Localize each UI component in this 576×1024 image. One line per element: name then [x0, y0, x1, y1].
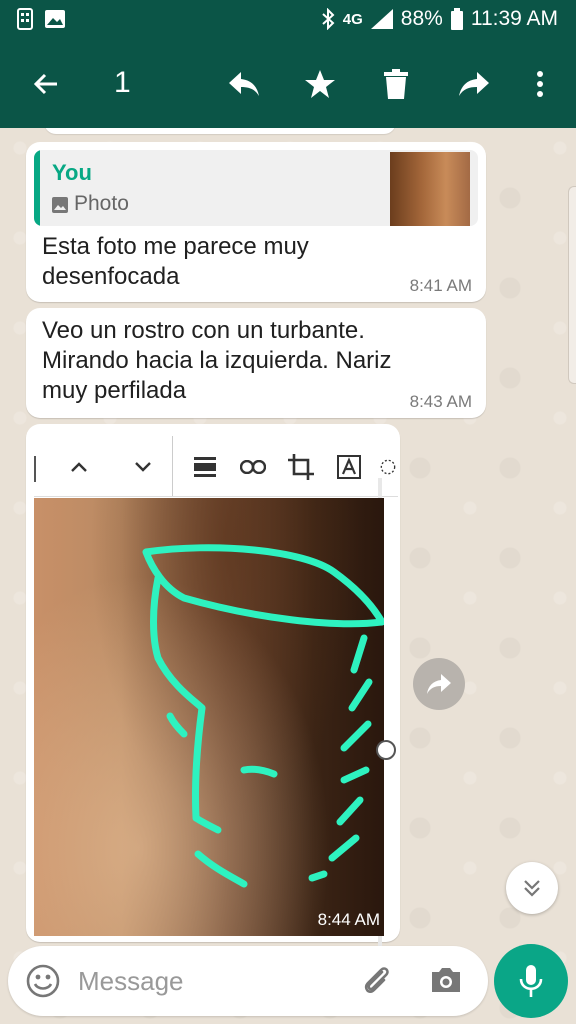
- text-format-icon: [334, 452, 364, 482]
- selected-count: 1: [114, 66, 131, 99]
- link-icon: [238, 452, 268, 482]
- star-icon: [305, 70, 335, 98]
- quoted-reply[interactable]: You Photo: [34, 150, 478, 226]
- chevron-up-icon: [64, 452, 94, 482]
- emoji-icon[interactable]: [26, 964, 60, 998]
- back-button[interactable]: [24, 62, 68, 106]
- microphone-icon: [519, 965, 543, 997]
- message-input-placeholder[interactable]: Message: [78, 966, 184, 997]
- forward-icon: [459, 72, 489, 96]
- crop-icon: [286, 452, 316, 482]
- bluetooth-icon: [322, 8, 335, 30]
- more-options-button[interactable]: [518, 62, 562, 106]
- battery-icon: [450, 8, 463, 30]
- voice-message-button[interactable]: [494, 944, 568, 1018]
- message-composer[interactable]: Message: [8, 946, 488, 1016]
- more-vert-icon: [537, 71, 543, 97]
- double-chevron-down-icon: [524, 880, 540, 897]
- star-button[interactable]: [298, 62, 342, 106]
- face-sketch-drawing: [142, 544, 384, 888]
- resize-handle: [376, 740, 396, 760]
- battery-percent: 88%: [400, 7, 443, 30]
- selection-toolbar: 1: [0, 40, 576, 128]
- clock: 11:39 AM: [470, 7, 558, 30]
- side-drawer-handle[interactable]: [568, 186, 576, 384]
- message-text: Esta foto me parece muy desenfocada: [42, 233, 309, 290]
- quote-author: You: [52, 160, 92, 185]
- scroll-to-bottom-button[interactable]: [506, 862, 558, 914]
- more-tools-icon: [380, 452, 396, 482]
- align-icon: [190, 452, 220, 482]
- photo-icon: [52, 197, 68, 213]
- image-message-bubble[interactable]: 8:44 AM: [26, 424, 400, 948]
- photo-image[interactable]: 8:44 AM: [34, 498, 384, 936]
- forward-media-button[interactable]: [413, 658, 465, 710]
- toolbar-divider: [172, 436, 173, 496]
- quote-thumbnail: [390, 152, 470, 226]
- editor-toolbar-screenshot: [34, 436, 398, 497]
- message-bubble[interactable]: Veo un rostro con un turbante. Mirando h…: [26, 308, 486, 418]
- attach-icon[interactable]: [360, 964, 394, 998]
- trash-icon: [384, 69, 408, 99]
- status-bar: 4G 88% 11:39 AM: [0, 0, 576, 40]
- back-arrow-icon: [33, 73, 57, 95]
- share-arrow-icon: [427, 674, 451, 694]
- camera-icon[interactable]: [430, 966, 462, 994]
- network-type: 4G: [342, 10, 363, 28]
- quote-type: Photo: [74, 192, 129, 215]
- toolbar-divider: [34, 456, 36, 482]
- sim-card-icon: [17, 8, 33, 30]
- delete-button[interactable]: [374, 62, 418, 106]
- forward-button[interactable]: [452, 62, 496, 106]
- message-time: 8:43 AM: [409, 392, 472, 411]
- gallery-icon: [45, 10, 65, 28]
- message-time: 8:41 AM: [409, 276, 472, 295]
- chevron-down-icon: [128, 452, 158, 482]
- message-text: Veo un rostro con un turbante. Mirando h…: [42, 317, 392, 404]
- quote-accent-bar: [34, 150, 40, 226]
- message-time: 8:44 AM: [317, 910, 380, 929]
- signal-icon: [370, 9, 393, 29]
- reply-icon: [229, 72, 259, 96]
- reply-button[interactable]: [222, 62, 266, 106]
- message-bubble-quoted[interactable]: You Photo Esta foto me parece muy desenf…: [26, 142, 486, 302]
